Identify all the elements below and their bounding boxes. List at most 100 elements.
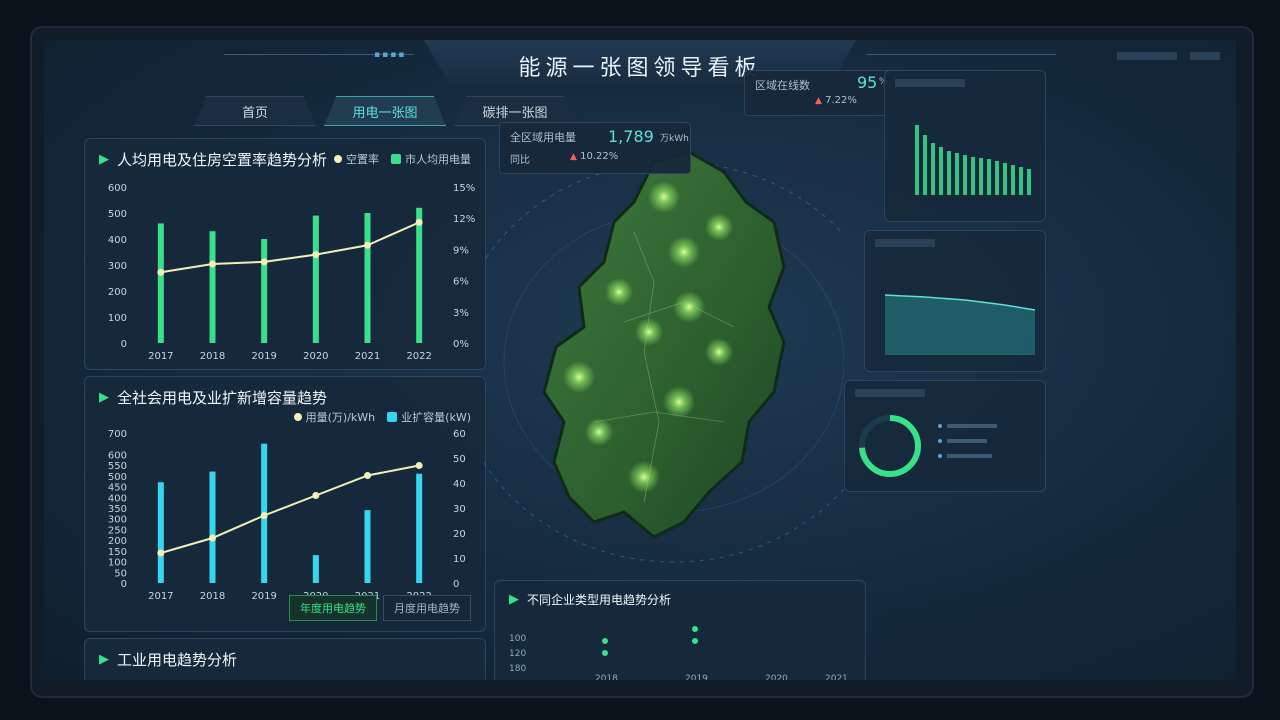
- y-axis-left-tick: 100: [108, 313, 127, 324]
- online-rate-change-row: ▲ 7.22%: [815, 95, 857, 106]
- chart-bar[interactable]: [157, 223, 164, 343]
- chart-bar[interactable]: [157, 482, 164, 583]
- line-swatch-icon: [293, 413, 302, 421]
- right-area-chart: [884, 294, 1036, 355]
- right-panel-header-bar: [875, 239, 935, 247]
- right-gauge-panel: [844, 380, 1046, 492]
- y-axis-right-tick: 12%: [453, 214, 475, 225]
- chart-line: [160, 464, 420, 554]
- legend-vacancy-label: 空置率: [346, 153, 379, 166]
- chart-bar[interactable]: [261, 239, 268, 343]
- x-axis-tick: 2017: [148, 591, 173, 602]
- chart-line-point[interactable]: [364, 241, 371, 249]
- y-axis-left-tick: 250: [108, 525, 127, 536]
- chart-bar[interactable]: [209, 231, 216, 343]
- chevron-right-icon: ▶: [509, 592, 519, 607]
- per-capita-legend: 空置率 市人均用电量: [334, 151, 471, 167]
- legend-capacity-label: 业扩容量(kW): [401, 411, 471, 424]
- y-axis-left-tick: 150: [108, 547, 127, 558]
- chart-line-point[interactable]: [209, 534, 216, 542]
- chart-line-point[interactable]: [364, 472, 371, 479]
- society-legend: 用量(万)/kWh 业扩容量(kW): [293, 409, 471, 425]
- x-axis-tick: 2018: [200, 351, 225, 362]
- y-axis-left-tick: 500: [108, 472, 127, 483]
- per-capita-panel: ▶ 人均用电及住房空置率趋势分析 空置率 市人均用电量 0 100 200 300 40…: [84, 138, 486, 370]
- chart-line-point[interactable]: [415, 462, 423, 469]
- header-rule-right: [866, 54, 1056, 55]
- enterprise-axis-label: 180: [509, 664, 526, 674]
- y-axis-left-tick: 50: [114, 568, 127, 579]
- line-swatch-icon: [334, 155, 342, 163]
- y-axis-left-tick: 100: [108, 558, 127, 569]
- bar-swatch-icon: [387, 412, 398, 422]
- chart-line-point[interactable]: [209, 260, 216, 268]
- y-axis-right-tick: 60: [453, 429, 466, 440]
- legend-vacancy[interactable]: 空置率: [334, 151, 379, 167]
- y-axis-left-tick: 700: [108, 429, 127, 440]
- chart-bar[interactable]: [364, 510, 371, 583]
- y-axis-left-tick: 200: [108, 287, 127, 298]
- x-axis-tick: 2017: [148, 351, 173, 362]
- header-status-area: [1116, 50, 1220, 63]
- chart-bar[interactable]: [416, 473, 423, 583]
- per-capita-title-row: ▶ 人均用电及住房空置率趋势分析: [99, 149, 327, 170]
- y-axis-right-tick: 3%: [453, 308, 469, 319]
- x-axis-tick: 2022: [406, 351, 431, 362]
- chart-bar[interactable]: [312, 555, 319, 583]
- y-axis-left-tick: 0: [121, 579, 127, 590]
- y-axis-right-tick: 30: [453, 504, 466, 515]
- tab-monthly-trend[interactable]: 月度用电趋势: [383, 595, 471, 621]
- total-usage-card[interactable]: 全区域用电量 1,789 万kWh 同比 ▲ 10.22%: [499, 122, 691, 174]
- x-axis-tick: 2019: [251, 351, 276, 362]
- online-rate-card[interactable]: 区域在线数 95 % ▲ 7.22%: [744, 70, 896, 116]
- chart-line-point[interactable]: [415, 218, 423, 226]
- chart-line-point[interactable]: [312, 251, 320, 259]
- chart-bar[interactable]: [416, 207, 423, 343]
- chart-line: [160, 221, 420, 274]
- chart-line-point[interactable]: [260, 512, 268, 519]
- industry-title-row: ▶ 工业用电趋势分析: [99, 649, 237, 670]
- enterprise-title: 不同企业类型用电趋势分析: [527, 593, 672, 607]
- chevron-right-icon: ▶: [99, 652, 109, 667]
- chart-line-point[interactable]: [157, 549, 165, 557]
- legend-capacity[interactable]: 业扩容量(kW): [387, 409, 471, 425]
- tab-annual-trend[interactable]: 年度用电趋势: [289, 595, 377, 621]
- chart-bar[interactable]: [312, 215, 319, 343]
- y-axis-right-tick: 50: [453, 454, 466, 465]
- y-axis-right-tick: 20: [453, 529, 466, 540]
- y-axis-left-tick: 450: [108, 483, 127, 494]
- y-axis-left-tick: 600: [108, 183, 127, 194]
- online-rate-label: 区域在线数: [755, 79, 810, 92]
- chart-line-point[interactable]: [260, 258, 268, 266]
- right-panel-header-bar: [895, 79, 965, 87]
- y-axis-left-tick: 600: [108, 450, 127, 461]
- society-title: 全社会用电及业扩新增容量趋势: [117, 389, 328, 407]
- bar-swatch-icon: [391, 154, 401, 164]
- enterprise-panel: ▶ 不同企业类型用电趋势分析 100 120 180 2018 2019 202…: [494, 580, 866, 680]
- chevron-right-icon: ▶: [99, 152, 109, 167]
- tab-power-map[interactable]: 用电一张图: [324, 96, 446, 126]
- y-axis-right-tick: 15%: [453, 183, 475, 194]
- chevron-right-icon: ▶: [99, 390, 109, 405]
- y-axis-right-tick: 6%: [453, 277, 469, 288]
- legend-usage[interactable]: 用量(万)/kWh: [293, 409, 375, 425]
- chart-bar[interactable]: [209, 471, 216, 583]
- industry-title: 工业用电趋势分析: [117, 651, 238, 669]
- y-axis-right-tick: 0: [453, 579, 459, 590]
- y-axis-left-tick: 300: [108, 515, 127, 526]
- yoy-label: 同比: [510, 155, 530, 166]
- enterprise-year-label: 2021: [825, 674, 848, 680]
- tab-home[interactable]: 首页: [194, 96, 316, 126]
- chart-bar[interactable]: [364, 213, 371, 343]
- y-axis-left-tick: 500: [108, 209, 127, 220]
- chart-line-point[interactable]: [157, 268, 165, 276]
- chart-line-point[interactable]: [312, 492, 320, 499]
- society-panel: ▶ 全社会用电及业扩新增容量趋势 用量(万)/kWh 业扩容量(kW) 0 50 1…: [84, 376, 486, 632]
- x-axis-tick: 2020: [303, 351, 328, 362]
- right-panel-header-bar: [855, 389, 925, 397]
- y-axis-left-tick: 550: [108, 461, 127, 472]
- trend-up-icon: ▲: [570, 152, 577, 162]
- online-rate-change: 7.22%: [825, 95, 857, 106]
- y-axis-left-tick: 400: [108, 493, 127, 504]
- legend-per-capita[interactable]: 市人均用电量: [391, 151, 471, 167]
